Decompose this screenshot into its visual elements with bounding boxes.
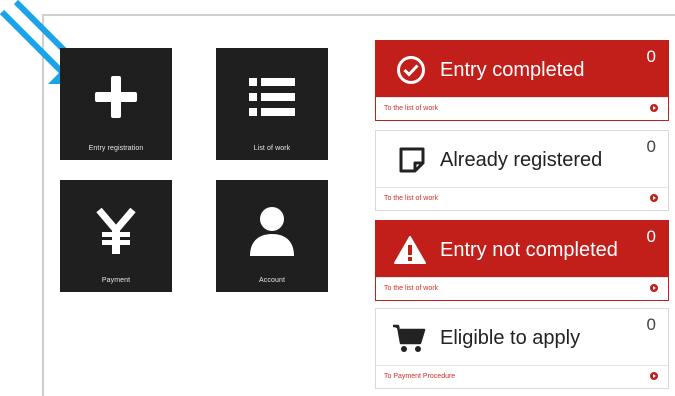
card-title: Entry not completed xyxy=(440,238,618,261)
card-footer[interactable]: To the list of work xyxy=(376,187,668,210)
yen-icon xyxy=(96,207,136,254)
card-entry-not-completed: Entry not completed 0 To the list of wor… xyxy=(375,220,669,301)
tile-list-of-work[interactable]: List of work xyxy=(216,48,328,160)
warning-icon xyxy=(394,236,426,264)
card-title: Entry completed xyxy=(440,58,585,81)
check-circle-icon xyxy=(397,56,425,84)
card-entry-completed: Entry completed 0 To the list of work xyxy=(375,40,669,121)
tile-label: List of work xyxy=(253,145,291,152)
card-title: Already registered xyxy=(440,148,603,171)
card-count: 0 xyxy=(646,315,656,334)
user-icon xyxy=(250,207,294,256)
tile-label: Entry registration xyxy=(88,145,144,152)
card-link[interactable]: To the list of work xyxy=(384,105,438,112)
arrow-circle-right-icon[interactable] xyxy=(650,194,658,202)
note-icon xyxy=(399,147,425,173)
card-count: 0 xyxy=(646,47,656,66)
card-footer[interactable]: To the list of work xyxy=(376,277,668,300)
tile-label: Payment xyxy=(101,277,131,284)
cart-icon xyxy=(393,324,426,352)
card-count: 0 xyxy=(646,137,656,156)
list-icon xyxy=(249,78,295,116)
tile-label: Account xyxy=(259,277,285,284)
card-link[interactable]: To Payment Procedure xyxy=(384,373,455,380)
arrow-circle-right-icon[interactable] xyxy=(650,104,658,112)
tile-entry-registration[interactable]: Entry registration xyxy=(60,48,172,160)
tile-payment[interactable]: Payment xyxy=(60,180,172,292)
card-link[interactable]: To the list of work xyxy=(384,285,438,292)
arrow-circle-right-icon[interactable] xyxy=(650,284,658,292)
card-already-registered: Already registered 0 To the list of work xyxy=(375,130,669,211)
card-footer[interactable]: To the list of work xyxy=(376,97,668,120)
card-count: 0 xyxy=(646,227,656,246)
plus-icon xyxy=(95,76,137,118)
tile-account[interactable]: Account xyxy=(216,180,328,292)
arrow-circle-right-icon[interactable] xyxy=(650,372,658,380)
card-eligible-to-apply: Eligible to apply 0 To Payment Procedure xyxy=(375,308,669,389)
card-title: Eligible to apply xyxy=(440,326,581,349)
card-link[interactable]: To the list of work xyxy=(384,195,438,202)
